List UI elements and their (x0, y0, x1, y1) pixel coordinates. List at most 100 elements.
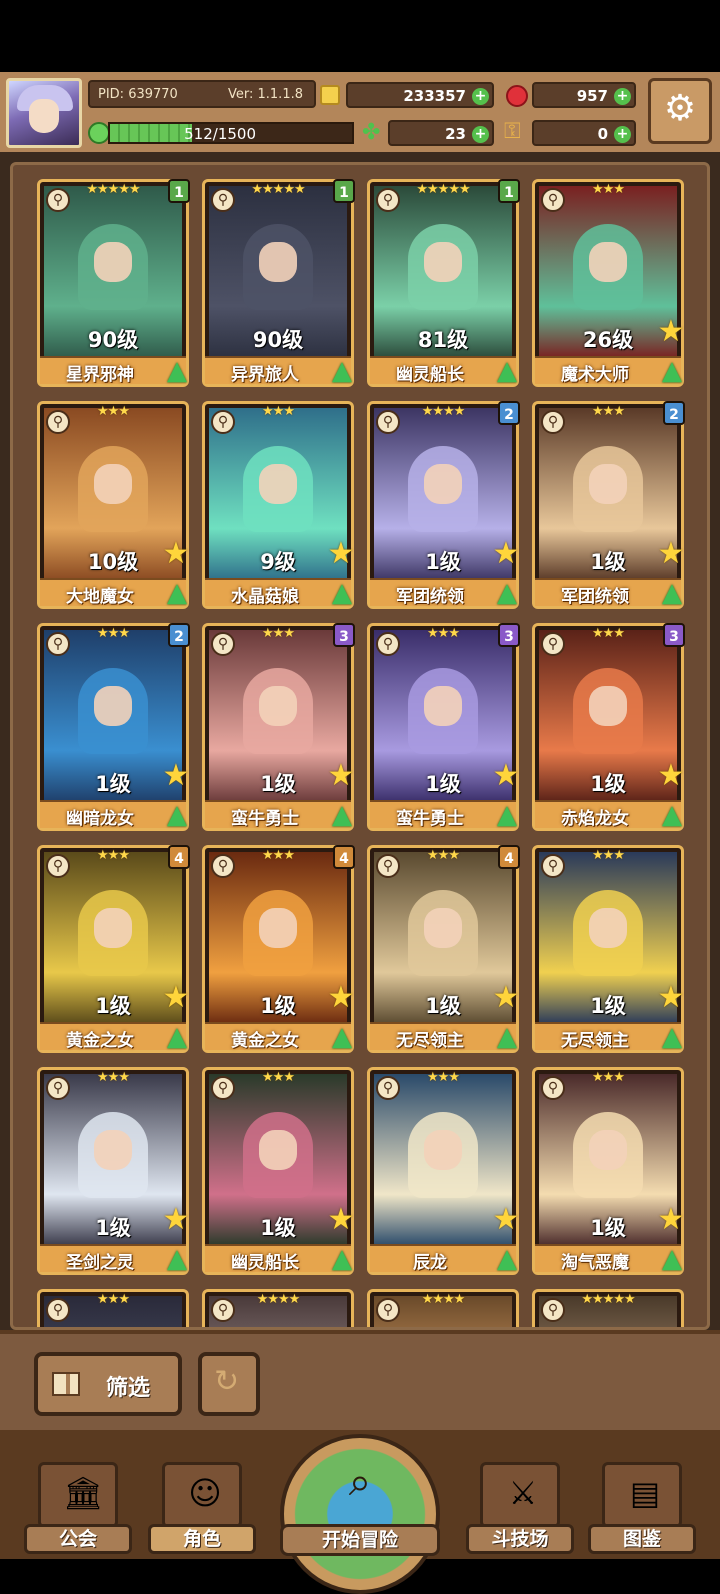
guild-building-icon: 🏛 (63, 1474, 104, 1512)
player-avatar[interactable] (6, 78, 82, 148)
star-up-icon: ★ (657, 980, 685, 1015)
upgrade-arrow-icon[interactable]: ▲ (492, 800, 522, 830)
gear-icon: ⚙ (663, 88, 697, 129)
character-name: 无尽领主 (396, 1031, 464, 1051)
star-rating: ★★★ (262, 1070, 295, 1085)
add-gem-button[interactable]: + (614, 88, 631, 105)
character-card[interactable]: ⚲ ★★★★★ (532, 1289, 684, 1327)
character-name: 蛮牛勇士 (396, 809, 464, 829)
character-grid[interactable]: ⚲ ★★★★★ 1 90级 星界邪神 ▲ ⚲ ★★★★★ 1 90级 异界旅人 ▲ ⚲ ★★★★★ 1 81级… (10, 162, 710, 1330)
character-card[interactable]: ⚲ ★★★★★ 1 81级 幽灵船长 ▲ (367, 179, 522, 387)
upgrade-arrow-icon[interactable]: ▲ (492, 356, 522, 386)
role-class-icon: ⚲ (376, 1076, 400, 1100)
character-card[interactable]: ⚲ ★★★ 4 1级 ★ 黄金之女 ▲ (202, 845, 357, 1053)
character-card[interactable]: ⚲ ★★★ (37, 1289, 189, 1327)
character-name: 幽灵船长 (396, 365, 464, 385)
star-rating: ★★★★ (256, 1292, 301, 1307)
character-card[interactable]: ⚲ ★★★ 10级 ★ 大地魔女 ▲ (37, 401, 189, 609)
character-face (589, 242, 627, 282)
character-card[interactable]: ⚲ ★★★★ (202, 1289, 354, 1327)
refresh-icon: ↻ (214, 1364, 240, 1399)
star-rating: ★★★ (427, 848, 460, 863)
start-adventure-button[interactable]: ⌕ 开始冒险 (272, 1430, 448, 1594)
character-card[interactable]: ⚲ ★★★ 3 1级 ★ 蛮牛勇士 ▲ (367, 623, 522, 831)
upgrade-arrow-icon[interactable]: ▲ (327, 356, 357, 386)
star-rating: ★★★ (262, 848, 295, 863)
upgrade-arrow-icon[interactable]: ▲ (162, 578, 192, 608)
character-card[interactable]: ⚲ ★★★★★ 1 90级 异界旅人 ▲ (202, 179, 357, 387)
character-card[interactable]: ⚲ ★★★ 3 1级 ★ 赤焰龙女 ▲ (532, 623, 687, 831)
role-class-icon: ⚲ (46, 854, 70, 878)
star-rating: ★★★ (427, 1070, 460, 1085)
tab-codex[interactable]: ▤ 图鉴 (588, 1452, 696, 1556)
star-rating: ★★★ (592, 1070, 625, 1085)
ruby-gem-icon (506, 85, 528, 107)
upgrade-arrow-icon[interactable]: ▲ (327, 800, 357, 830)
character-name: 幽暗龙女 (66, 809, 134, 829)
star-up-icon: ★ (657, 314, 685, 349)
character-card[interactable]: ⚲ ★★★ 2 1级 ★ 幽暗龙女 ▲ (37, 623, 192, 831)
filter-label: 筛选 (106, 1376, 151, 1401)
upgrade-arrow-icon[interactable]: ▲ (162, 356, 192, 386)
tab-guild[interactable]: 🏛 公会 (24, 1452, 132, 1556)
clover-counter: 23 + (388, 120, 494, 146)
character-card[interactable]: ⚲ ★★★ 4 1级 ★ 黄金之女 ▲ (37, 845, 192, 1053)
character-card[interactable]: ⚲ ★★★★ 2 1级 ★ 军团统领 ▲ (367, 401, 522, 609)
upgrade-arrow-icon[interactable]: ▲ (657, 578, 687, 608)
upgrade-arrow-icon[interactable]: ▲ (162, 1244, 192, 1274)
add-clover-button[interactable]: + (472, 126, 489, 143)
start-adventure-label: 开始冒险 (280, 1524, 440, 1556)
gold-amount: 233357 (403, 87, 466, 105)
rank-badge: 4 (498, 845, 520, 869)
star-up-icon: ★ (327, 758, 355, 793)
character-card[interactable]: ⚲ ★★★ 1级 ★ 幽灵船长 ▲ (202, 1067, 354, 1275)
upgrade-arrow-icon[interactable]: ▲ (657, 356, 687, 386)
upgrade-arrow-icon[interactable]: ▲ (657, 800, 687, 830)
character-card[interactable]: ⚲ ★★★ 3 1级 ★ 蛮牛勇士 ▲ (202, 623, 357, 831)
star-rating: ★★★ (262, 626, 295, 641)
character-card[interactable]: ⚲ ★★★ ★ 辰龙 ▲ (367, 1067, 519, 1275)
character-face (424, 1130, 462, 1170)
star-up-icon: ★ (162, 758, 190, 793)
add-key-button[interactable]: + (614, 126, 631, 143)
character-name: 大地魔女 (66, 587, 134, 607)
character-card[interactable]: ⚲ ★★★★ (367, 1289, 519, 1327)
character-card[interactable]: ⚲ ★★★ 1级 ★ 圣剑之灵 ▲ (37, 1067, 189, 1275)
character-card[interactable]: ⚲ ★★★ 26级 ★ 魔术大师 ▲ (532, 179, 684, 387)
tab-role[interactable]: ☺ 角色 (148, 1452, 256, 1556)
xp-progress-bar: 512/1500 (108, 122, 354, 144)
tab-arena[interactable]: ⚔ 斗技场 (466, 1452, 574, 1556)
upgrade-arrow-icon[interactable]: ▲ (162, 1022, 192, 1052)
rank-badge: 1 (498, 179, 520, 203)
character-card[interactable]: ⚲ ★★★ 4 1级 ★ 无尽领主 ▲ (367, 845, 522, 1053)
character-card[interactable]: ⚲ ★★★★★ 1 90级 星界邪神 ▲ (37, 179, 192, 387)
star-up-icon: ★ (657, 1202, 685, 1237)
upgrade-arrow-icon[interactable]: ▲ (492, 1244, 522, 1274)
settings-button[interactable]: ⚙ (648, 78, 712, 144)
upgrade-arrow-icon[interactable]: ▲ (657, 1022, 687, 1052)
character-name: 水晶菇娘 (231, 587, 299, 607)
filter-button[interactable]: 筛选 (34, 1352, 182, 1416)
role-class-icon: ⚲ (541, 1076, 565, 1100)
upgrade-arrow-icon[interactable]: ▲ (327, 1244, 357, 1274)
character-card[interactable]: ⚲ ★★★ 2 1级 ★ 军团统领 ▲ (532, 401, 687, 609)
upgrade-arrow-icon[interactable]: ▲ (492, 1022, 522, 1052)
roster-control-bar: 筛选 ↻ (0, 1330, 720, 1434)
character-face (589, 908, 627, 948)
upgrade-arrow-icon[interactable]: ▲ (492, 578, 522, 608)
character-card[interactable]: ⚲ ★★★ 1级 ★ 淘气恶魔 ▲ (532, 1067, 684, 1275)
character-card[interactable]: ⚲ ★★★ 1级 ★ 无尽领主 ▲ (532, 845, 684, 1053)
clover-icon: ✤ (362, 120, 381, 145)
upgrade-arrow-icon[interactable]: ▲ (327, 578, 357, 608)
upgrade-arrow-icon[interactable]: ▲ (162, 800, 192, 830)
refresh-button[interactable]: ↻ (198, 1352, 260, 1416)
upgrade-arrow-icon[interactable]: ▲ (327, 1022, 357, 1052)
character-card[interactable]: ⚲ ★★★ 9级 ★ 水晶菇娘 ▲ (202, 401, 354, 609)
role-class-icon: ⚲ (211, 1298, 235, 1322)
character-face (259, 908, 297, 948)
upgrade-arrow-icon[interactable]: ▲ (657, 1244, 687, 1274)
character-face (259, 464, 297, 504)
gold-counter: 233357 + (346, 82, 494, 108)
add-gold-button[interactable]: + (472, 88, 489, 105)
star-up-icon: ★ (492, 980, 520, 1015)
